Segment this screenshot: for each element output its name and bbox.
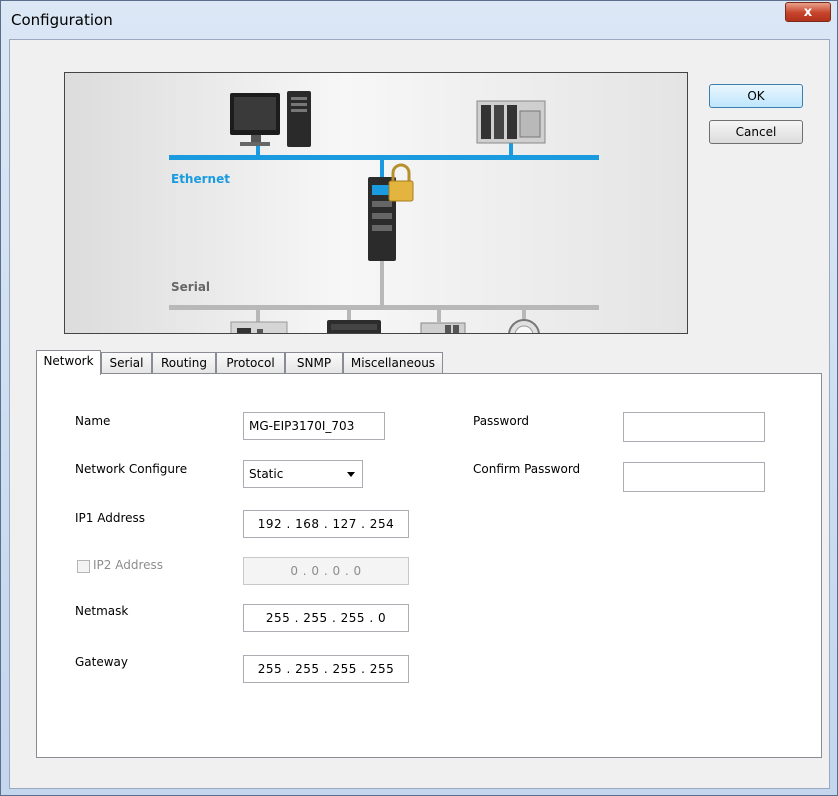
dialog-client-area: Ethernet Serial OK Cancel Network Serial…	[9, 39, 830, 789]
netmask-label: Netmask	[75, 604, 129, 618]
ip2-address-label: IP2 Address	[93, 558, 164, 572]
ip1-address-field[interactable]: 192 . 168 . 127 . 254	[243, 510, 409, 538]
network-panel: Name MG-EIP3170I_703 Network Configure S…	[36, 373, 822, 758]
ok-button[interactable]: OK	[709, 84, 803, 108]
ip1-address-label: IP1 Address	[75, 511, 146, 525]
network-configure-label: Network Configure	[75, 462, 188, 476]
ip2-address-field[interactable]: 0 . 0 . 0 . 0	[243, 557, 409, 585]
name-label: Name	[75, 414, 111, 428]
gateway-label: Gateway	[75, 655, 129, 669]
cancel-button[interactable]: Cancel	[709, 120, 803, 144]
serial-device-3-icon	[420, 322, 466, 333]
network-configure-select[interactable]: Static	[243, 460, 363, 488]
confirm-password-label: Confirm Password	[473, 462, 581, 476]
tab-serial[interactable]: Serial	[101, 352, 152, 374]
serial-device-1-icon	[230, 321, 288, 333]
serial-line	[169, 305, 599, 310]
configuration-window: Configuration x Ethernet Serial OK Cance…	[0, 0, 838, 796]
confirm-password-field[interactable]	[623, 462, 765, 492]
chevron-down-icon	[347, 472, 355, 477]
lock-icon	[388, 163, 414, 202]
network-configure-value: Static	[249, 467, 284, 481]
pc-tower-icon	[287, 91, 311, 147]
meter-icon	[508, 319, 540, 333]
password-label: Password	[473, 414, 530, 428]
ethernet-label: Ethernet	[171, 172, 230, 186]
plc-rack-icon	[476, 100, 546, 144]
tab-protocol[interactable]: Protocol	[216, 352, 285, 374]
gateway-field[interactable]: 255 . 255 . 255 . 255	[243, 655, 409, 683]
title-bar[interactable]: Configuration x	[1, 1, 837, 37]
name-field[interactable]: MG-EIP3170I_703	[243, 412, 385, 440]
netmask-field[interactable]: 255 . 255 . 255 . 0	[243, 604, 409, 632]
ip2-address-checkbox[interactable]	[77, 560, 90, 573]
topology-diagram: Ethernet Serial	[64, 72, 688, 334]
tab-snmp[interactable]: SNMP	[285, 352, 343, 374]
tab-miscellaneous[interactable]: Miscellaneous	[343, 352, 443, 374]
tab-routing[interactable]: Routing	[152, 352, 216, 374]
close-button[interactable]: x	[785, 2, 831, 22]
serial-device-2-icon	[327, 320, 381, 333]
password-field[interactable]	[623, 412, 765, 442]
serial-label: Serial	[171, 280, 211, 294]
tab-network[interactable]: Network	[36, 350, 101, 375]
pc-monitor-icon	[230, 93, 280, 146]
window-title: Configuration	[11, 11, 113, 29]
